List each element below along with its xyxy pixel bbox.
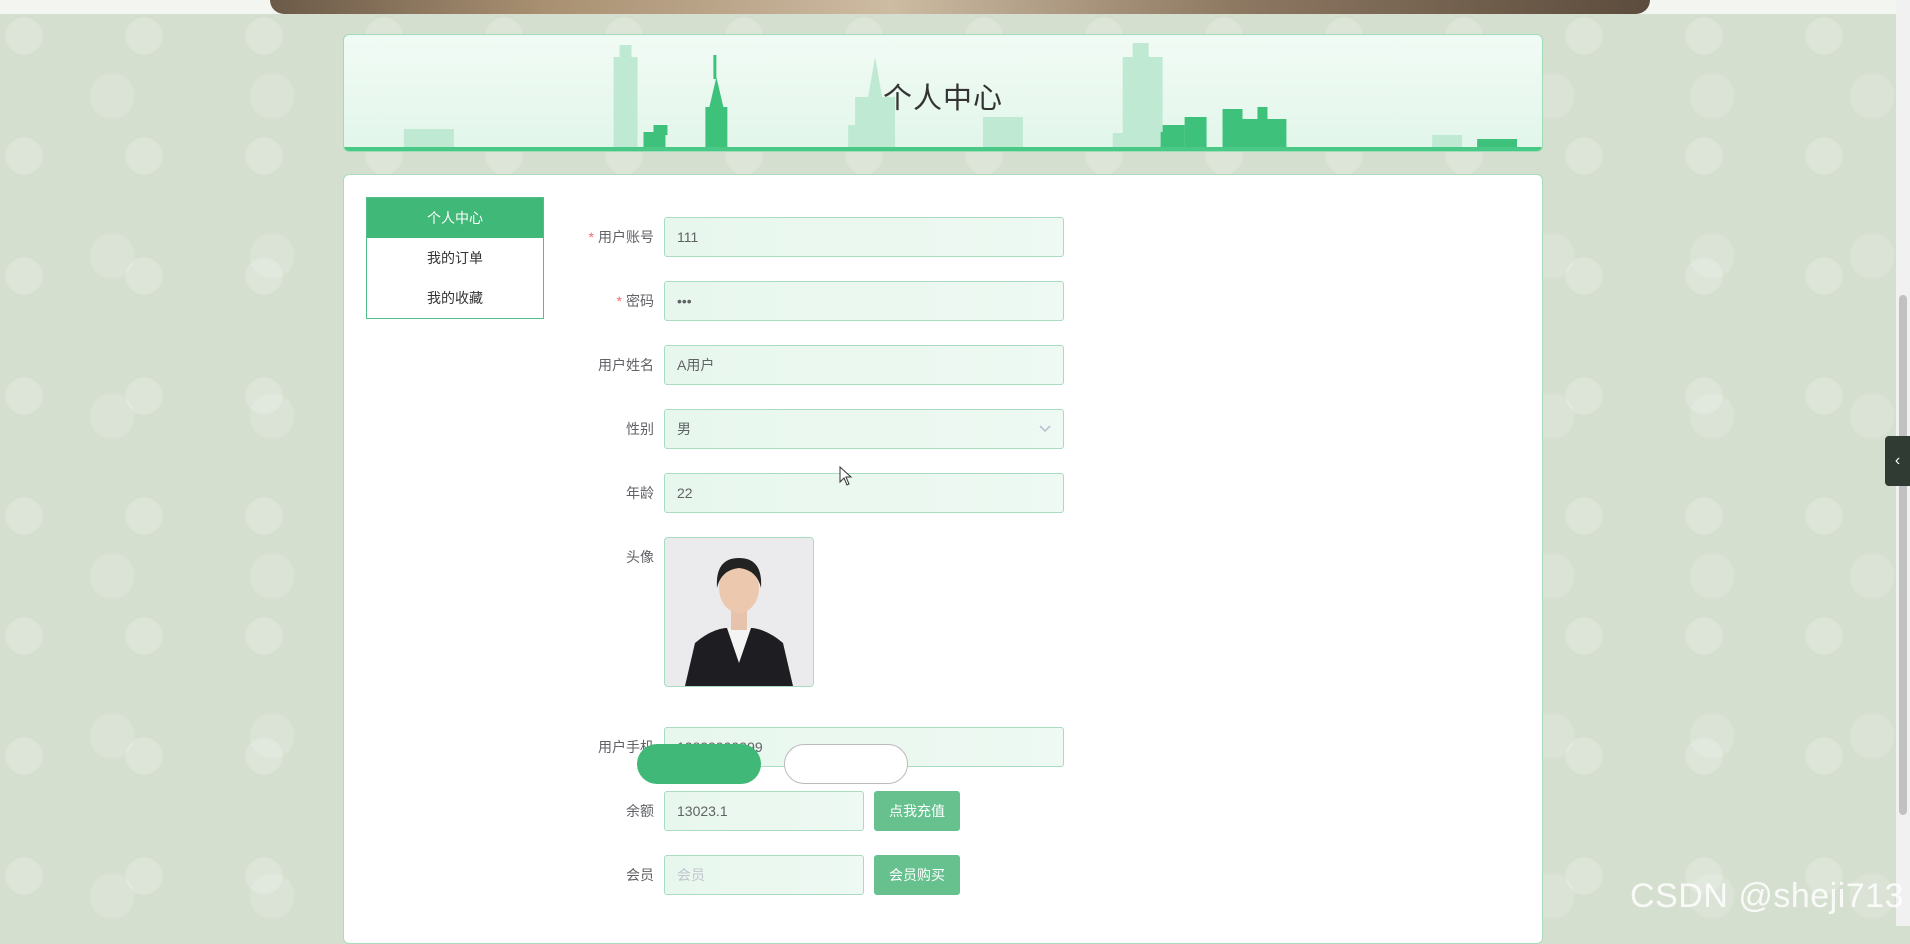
update-info-button[interactable] bbox=[637, 744, 761, 784]
balance-input[interactable] bbox=[664, 791, 864, 831]
title-panel: 个人中心 bbox=[343, 34, 1543, 152]
form-row-avatar: 头像 bbox=[544, 537, 1144, 687]
form-row-gender: 性别 男 bbox=[544, 409, 1144, 449]
scrollbar-thumb[interactable] bbox=[1899, 295, 1907, 815]
avatar-image bbox=[665, 538, 813, 686]
logout-button[interactable] bbox=[784, 744, 908, 784]
menu-item-profile[interactable]: 个人中心 bbox=[367, 198, 543, 238]
page-title: 个人中心 bbox=[882, 83, 1003, 115]
account-label: * 用户账号 bbox=[544, 217, 654, 257]
password-label: * 密码 bbox=[544, 281, 654, 321]
age-label: 年龄 bbox=[626, 485, 654, 501]
gender-select[interactable]: 男 bbox=[664, 409, 1064, 449]
chevron-down-icon bbox=[1039, 410, 1051, 448]
password-label-text: 密码 bbox=[626, 293, 654, 309]
menu-item-favorites[interactable]: 我的收藏 bbox=[367, 278, 543, 318]
recharge-button[interactable]: 点我充值 bbox=[874, 791, 960, 831]
mouse-cursor-icon bbox=[839, 465, 853, 491]
name-label: 用户姓名 bbox=[598, 357, 654, 373]
menu-item-orders[interactable]: 我的订单 bbox=[367, 238, 543, 278]
buy-membership-button[interactable]: 会员购买 bbox=[874, 855, 960, 895]
account-input[interactable] bbox=[664, 217, 1064, 257]
form-row-password: * 密码 ••• bbox=[544, 281, 1144, 321]
avatar-upload[interactable] bbox=[664, 537, 814, 687]
form-row-member: 会员 会员购买 bbox=[544, 855, 1144, 895]
side-menu: 个人中心 我的订单 我的收藏 bbox=[366, 197, 544, 319]
required-mark: * bbox=[616, 293, 622, 309]
watermark: CSDN @sheji713 bbox=[1630, 877, 1904, 915]
member-input[interactable] bbox=[664, 855, 864, 895]
member-label: 会员 bbox=[626, 867, 654, 883]
title-panel-underline bbox=[344, 147, 1542, 151]
name-input[interactable] bbox=[664, 345, 1064, 385]
top-banner-strip bbox=[0, 0, 1910, 14]
age-input[interactable] bbox=[664, 473, 1064, 513]
gender-selected-value: 男 bbox=[677, 421, 691, 437]
password-input[interactable]: ••• bbox=[664, 281, 1064, 321]
chevron-left-icon[interactable]: ‹ bbox=[1885, 436, 1910, 486]
required-mark: * bbox=[588, 229, 594, 245]
form-row-name: 用户姓名 bbox=[544, 345, 1144, 385]
gender-label: 性别 bbox=[626, 421, 654, 437]
account-label-text: 用户账号 bbox=[598, 229, 654, 245]
balance-label: 余额 bbox=[626, 803, 654, 819]
banner-image bbox=[270, 0, 1650, 14]
form-row-balance: 余额 点我充值 bbox=[544, 791, 1144, 831]
form-row-account: * 用户账号 bbox=[544, 217, 1144, 257]
avatar-label: 头像 bbox=[626, 549, 654, 565]
profile-content-panel: 个人中心 我的订单 我的收藏 *用户账号 *密码 ••• 用户姓名 性别 男 年… bbox=[343, 174, 1543, 944]
